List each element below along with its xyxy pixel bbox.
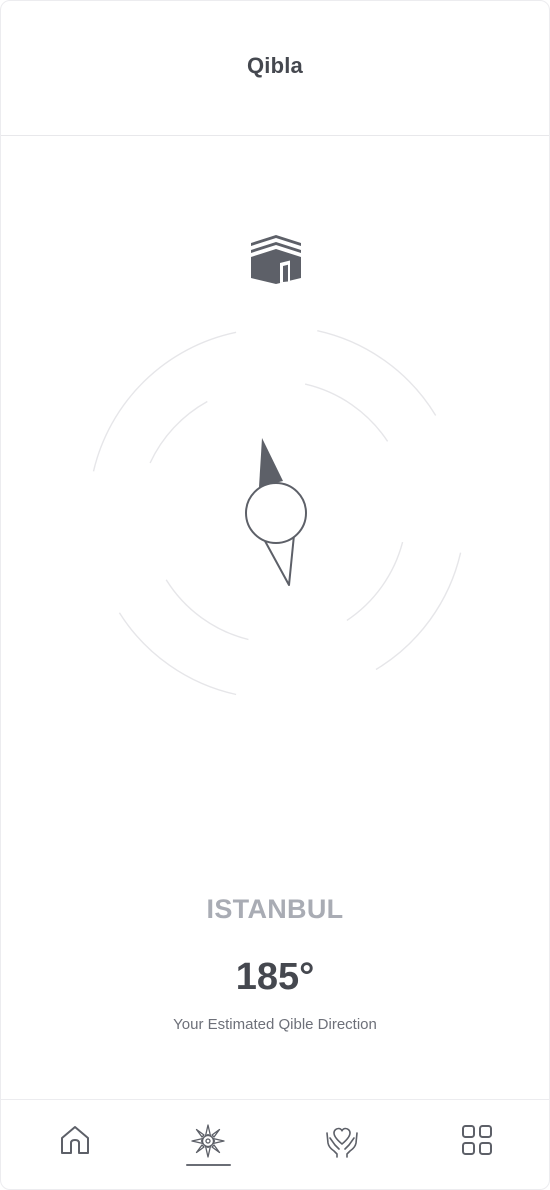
compass-inner-arc — [149, 400, 208, 464]
compass-inner-arc — [165, 579, 249, 641]
compass-outer-arc — [118, 612, 237, 696]
compass-inner-arc — [304, 383, 389, 442]
page-title: Qibla — [246, 53, 303, 78]
header: Qibla — [1, 1, 549, 136]
tab-more[interactable] — [437, 1100, 517, 1189]
tab-dua[interactable] — [302, 1100, 382, 1189]
compass — [92, 330, 462, 696]
qibla-degree: 185° — [235, 956, 315, 998]
qibla-caption: Your Estimated Qible Direction — [173, 1016, 377, 1033]
hands-heart-icon — [326, 1127, 358, 1158]
kaaba-icon — [251, 235, 301, 284]
tab-qibla[interactable] — [168, 1100, 248, 1189]
compass-rose-icon — [191, 1124, 225, 1158]
grid-icon — [462, 1125, 492, 1155]
compass-outer-arc — [317, 330, 437, 416]
compass-needle-icon — [245, 438, 307, 586]
tab-home[interactable] — [35, 1100, 115, 1189]
home-icon — [61, 1126, 89, 1154]
compass-outer-arc — [92, 331, 237, 472]
city-name: ISTANBUL — [206, 894, 344, 924]
compass-inner-arc — [346, 541, 404, 621]
tab-bar — [1, 1099, 549, 1189]
compass-outer-arc — [375, 552, 462, 671]
active-tab-indicator — [186, 1164, 231, 1166]
app-screen: Qibla ISTANBUL 185° Your Estimated Qible… — [0, 0, 550, 1190]
